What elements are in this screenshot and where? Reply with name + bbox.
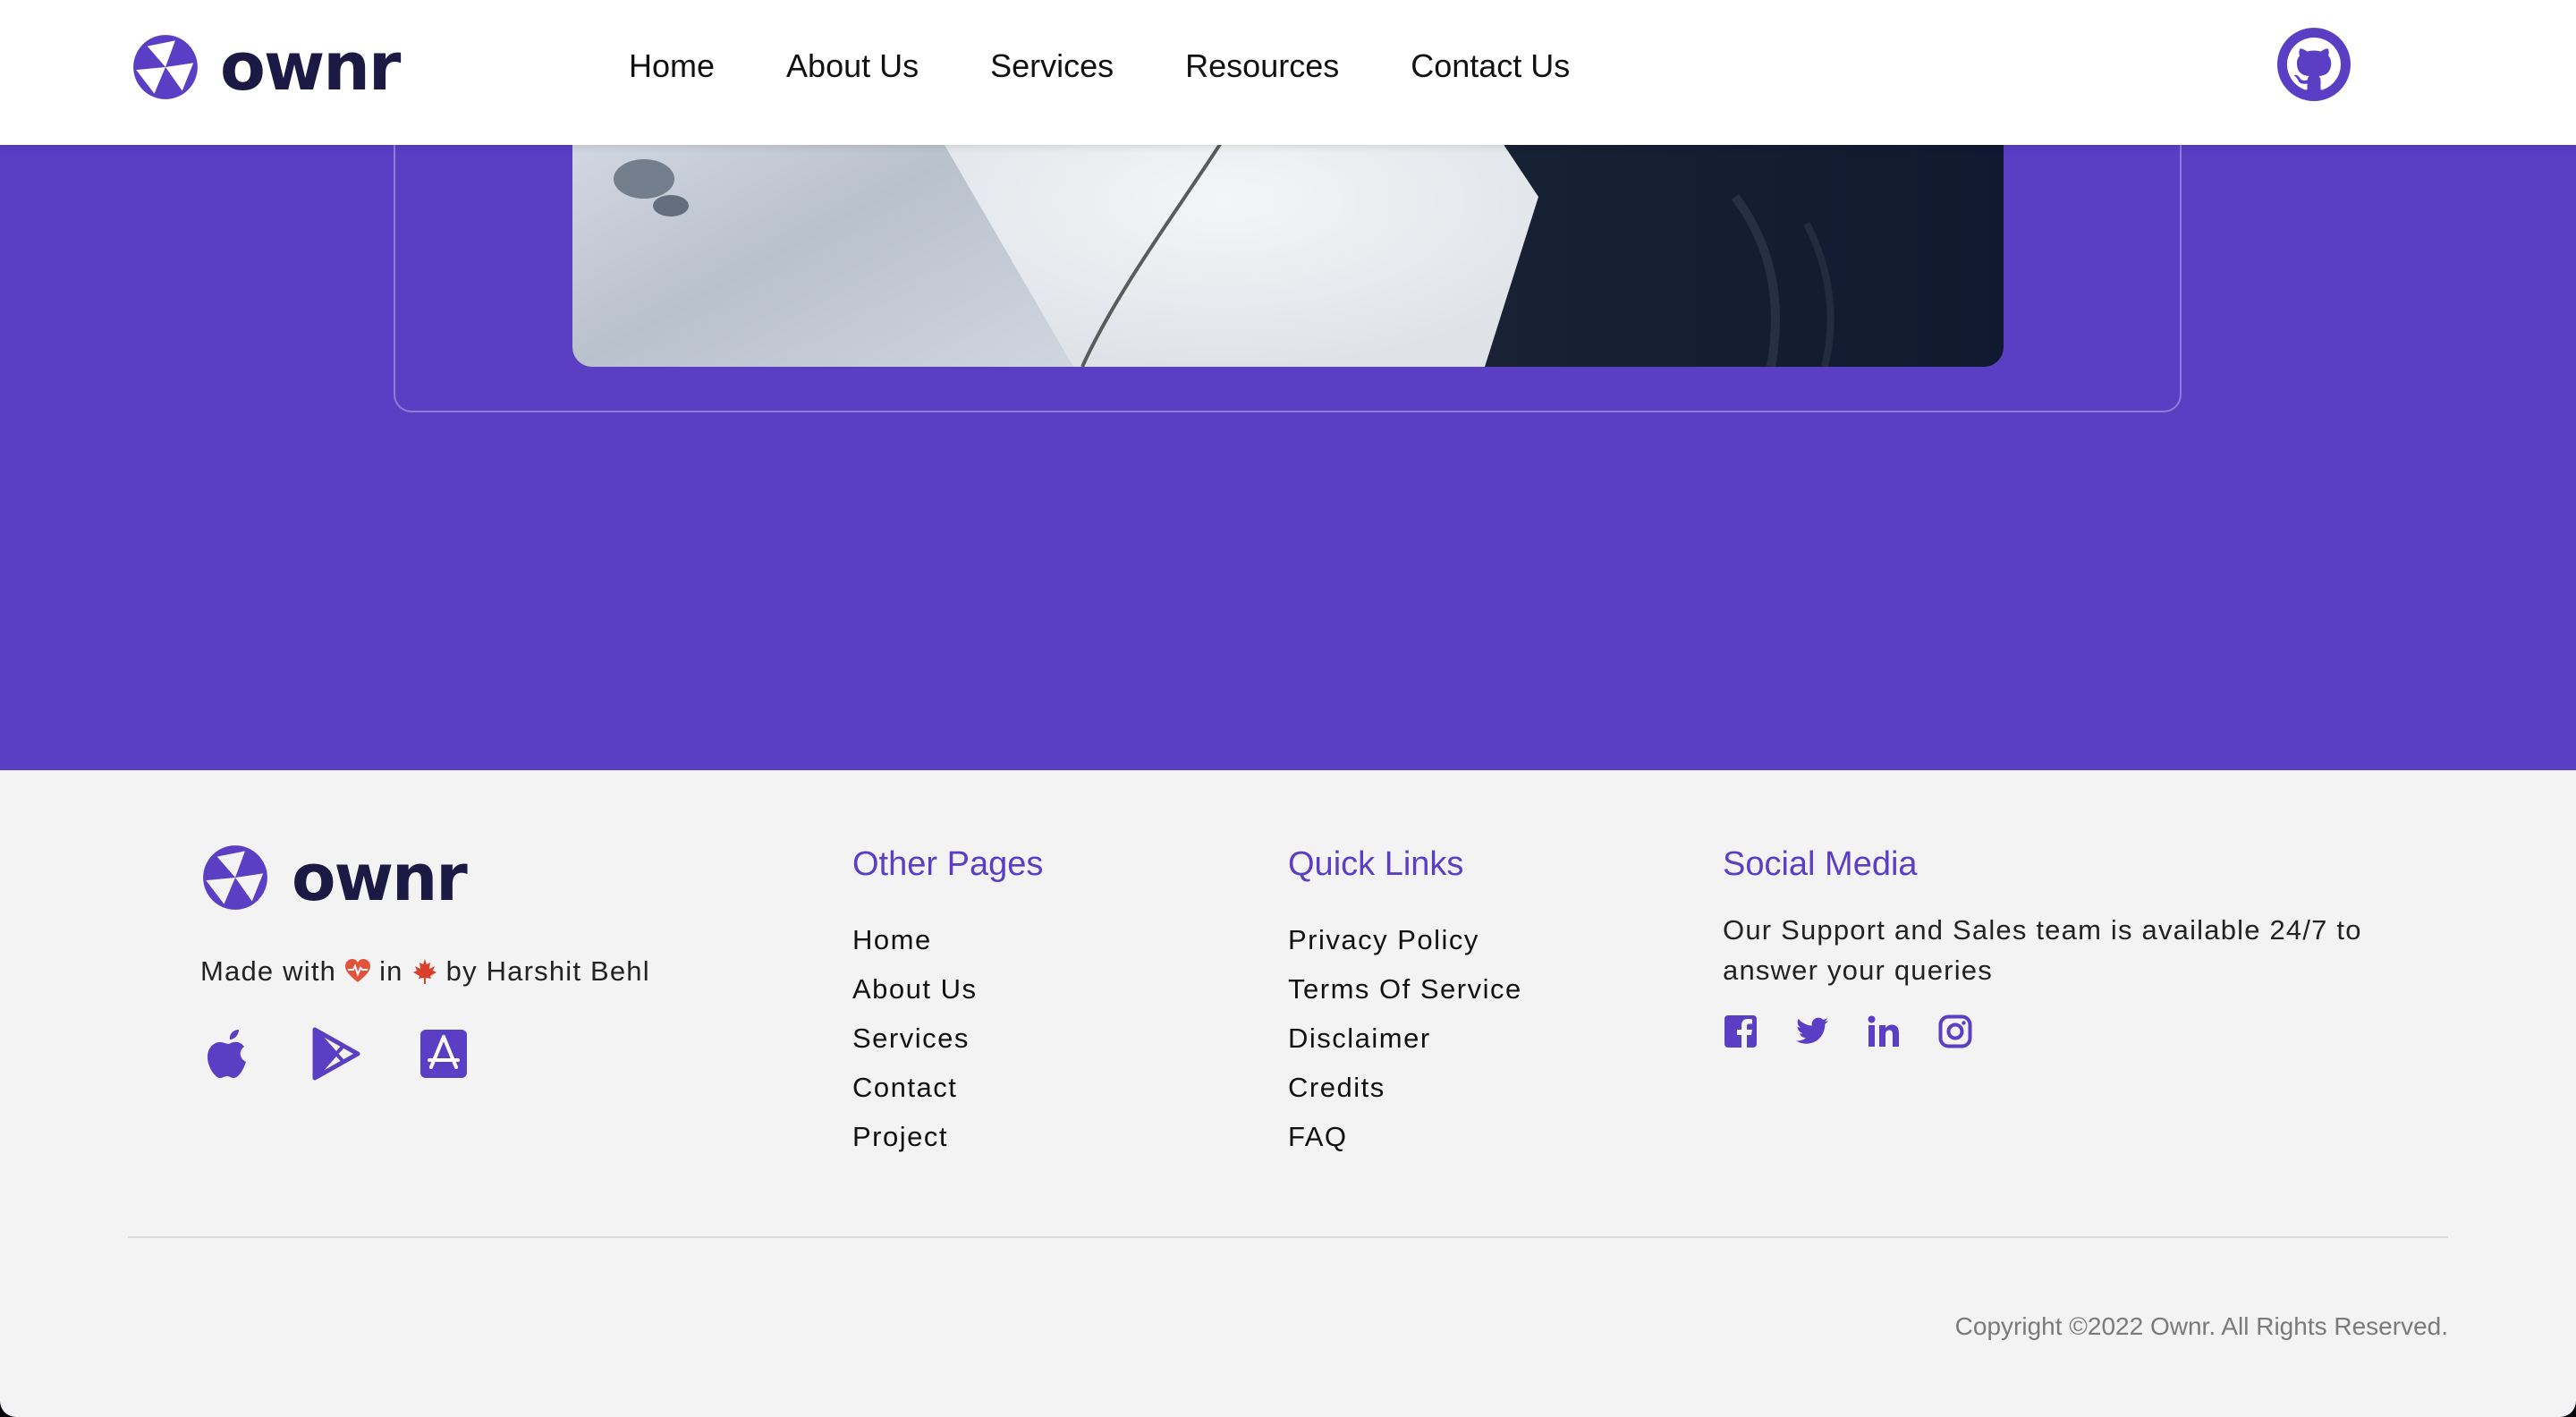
main-nav: Home About Us Services Resources Contact… (629, 47, 1641, 86)
copyright-text: Copyright ©2022 Ownr. All Rights Reserve… (1954, 1312, 2448, 1340)
footer-link-credits[interactable]: Credits (1288, 1063, 1522, 1112)
nav-resources[interactable]: Resources (1185, 47, 1339, 86)
brand-name: ownr (292, 840, 468, 915)
footer-link-faq[interactable]: FAQ (1288, 1112, 1522, 1161)
made-with-suffix: by Harshit Behl (445, 955, 650, 987)
footer-link-disclaimer[interactable]: Disclaimer (1288, 1014, 1522, 1063)
footer-link-about-us[interactable]: About Us (852, 964, 1043, 1014)
quick-links-title: Quick Links (1288, 845, 1464, 883)
header-logo[interactable]: ownr (131, 29, 401, 106)
other-pages-column: Other Pages Home About Us Services Conta… (852, 842, 1043, 1161)
twitter-icon[interactable] (1794, 1014, 1830, 1049)
made-with-text: Made with in by Harshit Behl (200, 955, 650, 988)
nav-home[interactable]: Home (629, 47, 715, 86)
social-media-column: Social Media Our Support and Sales team … (1723, 842, 2402, 1049)
facebook-icon[interactable] (1723, 1014, 1758, 1049)
footer-link-terms-of-service[interactable]: Terms Of Service (1288, 964, 1522, 1014)
logo-mark-icon (203, 845, 267, 910)
social-media-title: Social Media (1723, 845, 1918, 883)
app-store-icon[interactable] (417, 1026, 470, 1082)
footer-link-services[interactable]: Services (852, 1014, 1043, 1063)
made-with-prefix: Made with (200, 955, 337, 987)
brand-name: ownr (220, 29, 401, 106)
footer-link-home[interactable]: Home (852, 915, 1043, 964)
site-header: ownr Home About Us Services Resources Co… (0, 0, 2576, 145)
footer-link-contact[interactable]: Contact (852, 1063, 1043, 1112)
other-pages-title: Other Pages (852, 845, 1044, 883)
quick-links-column: Quick Links Privacy Policy Terms Of Serv… (1288, 842, 1522, 1161)
page: ownr Home About Us Services Resources Co… (0, 0, 2576, 1417)
site-footer: ownr Made with in by Harshit Behl Other … (0, 770, 2576, 1417)
footer-logo[interactable]: ownr (200, 840, 468, 915)
google-play-icon[interactable] (309, 1026, 363, 1082)
nav-contact-us[interactable]: Contact Us (1411, 47, 1570, 86)
nav-about-us[interactable]: About Us (786, 47, 919, 86)
logo-mark-icon (133, 35, 198, 99)
apple-icon[interactable] (202, 1026, 256, 1082)
app-store-links (202, 1026, 524, 1082)
social-icons (1723, 1014, 2402, 1049)
linkedin-icon[interactable] (1866, 1014, 1902, 1049)
made-with-middle: in (379, 955, 403, 987)
nav-services[interactable]: Services (990, 47, 1114, 86)
maple-leaf-icon (411, 957, 439, 986)
social-media-description: Our Support and Sales team is available … (1723, 914, 2362, 986)
github-button[interactable] (2277, 28, 2351, 101)
footer-divider (128, 1236, 2448, 1238)
footer-link-project[interactable]: Project (852, 1112, 1043, 1161)
footer-link-privacy-policy[interactable]: Privacy Policy (1288, 915, 1522, 964)
github-icon (2287, 38, 2341, 90)
heart-pulse-icon (343, 957, 372, 986)
instagram-icon[interactable] (1937, 1014, 1973, 1049)
